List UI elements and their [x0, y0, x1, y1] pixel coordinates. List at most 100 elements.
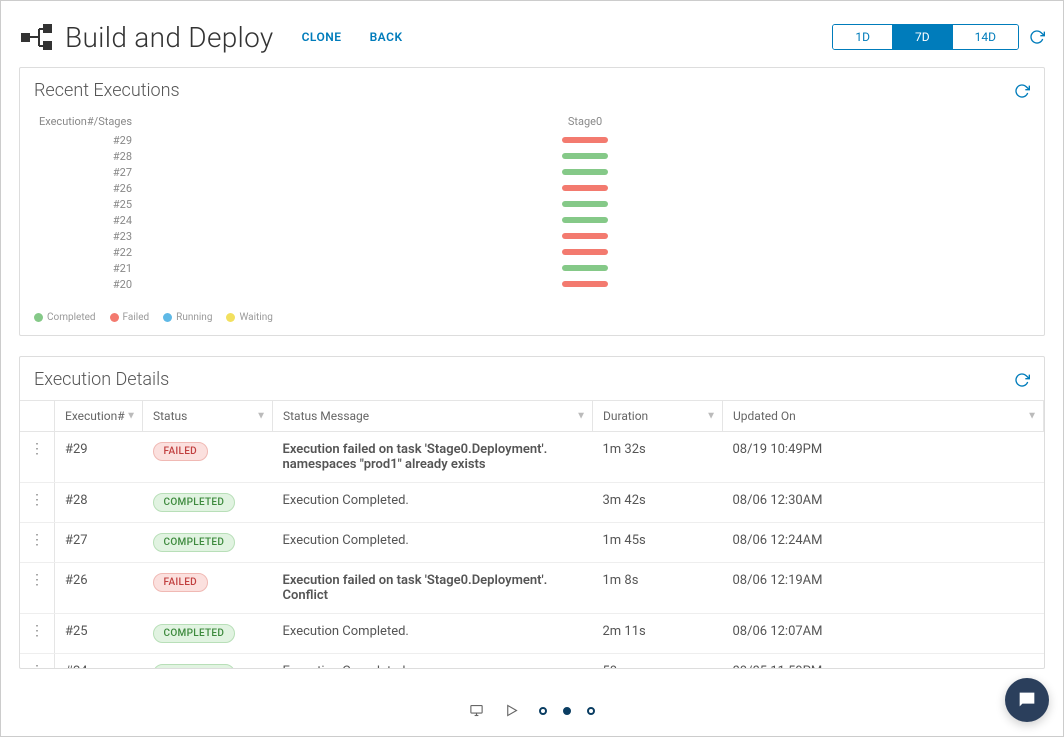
- cell-updated: 08/06 12:24AM: [723, 523, 1044, 563]
- status-badge: COMPLETED: [153, 624, 236, 643]
- chart-row[interactable]: #25: [34, 196, 1030, 212]
- back-link[interactable]: BACK: [370, 30, 403, 44]
- cell-message: Execution Completed.: [273, 614, 593, 654]
- cell-updated: 08/06 12:07AM: [723, 614, 1044, 654]
- chart-bar-completed: [562, 265, 608, 271]
- status-badge: FAILED: [153, 442, 208, 461]
- cell-updated: 08/06 12:19AM: [723, 563, 1044, 614]
- chart-bar-completed: [562, 201, 608, 207]
- cell-execution: #27: [55, 523, 143, 563]
- refresh-icon[interactable]: [1029, 29, 1045, 45]
- cell-duration: 1m 45s: [593, 523, 723, 563]
- col-status[interactable]: Status▼: [143, 401, 273, 432]
- pager-dot-1[interactable]: [539, 707, 547, 715]
- col-duration[interactable]: Duration▼: [593, 401, 723, 432]
- chart-legend: Completed Failed Running Waiting: [20, 302, 1044, 335]
- cell-execution: #29: [55, 432, 143, 483]
- chart-row[interactable]: #29: [34, 132, 1030, 148]
- range-1d[interactable]: 1D: [833, 25, 893, 49]
- filter-icon[interactable]: ▼: [1027, 411, 1037, 422]
- chart-row[interactable]: #24: [34, 212, 1030, 228]
- pager-dot-3[interactable]: [587, 707, 595, 715]
- chart-bar-completed: [562, 217, 608, 223]
- clone-link[interactable]: CLONE: [302, 30, 342, 44]
- cell-duration: 1m 32s: [593, 432, 723, 483]
- chart-row-label: #20: [34, 278, 140, 291]
- chart-row-label: #24: [34, 214, 140, 227]
- row-menu-icon[interactable]: ⋮: [30, 532, 44, 548]
- cell-execution: #28: [55, 483, 143, 523]
- col-updated[interactable]: Updated On▼: [723, 401, 1044, 432]
- status-badge: COMPLETED: [153, 493, 236, 512]
- refresh-icon[interactable]: [1014, 83, 1030, 99]
- pipeline-icon: [19, 19, 55, 55]
- cell-message: Execution Completed.: [273, 654, 593, 669]
- chart-row[interactable]: #22: [34, 244, 1030, 260]
- filter-icon[interactable]: ▼: [256, 411, 266, 422]
- col-message[interactable]: Status Message▼: [273, 401, 593, 432]
- status-badge: COMPLETED: [153, 533, 236, 552]
- table-row[interactable]: ⋮ #25 COMPLETED Execution Completed. 2m …: [20, 614, 1044, 654]
- chart-row[interactable]: #21: [34, 260, 1030, 276]
- monitor-icon[interactable]: [469, 703, 484, 718]
- chart-row[interactable]: #28: [34, 148, 1030, 164]
- row-menu-icon[interactable]: ⋮: [30, 663, 44, 668]
- range-7d[interactable]: 7D: [893, 25, 953, 49]
- chart-bar-completed: [562, 153, 608, 159]
- chart-row[interactable]: #26: [34, 180, 1030, 196]
- cell-duration: 3m 42s: [593, 483, 723, 523]
- range-14d[interactable]: 14D: [953, 25, 1018, 49]
- cell-updated: 08/06 12:30AM: [723, 483, 1044, 523]
- chart-bar-completed: [562, 169, 608, 175]
- status-badge: COMPLETED: [153, 664, 236, 668]
- table-row[interactable]: ⋮ #29 FAILED Execution failed on task 'S…: [20, 432, 1044, 483]
- chart-row-label: #23: [34, 230, 140, 243]
- executions-chart: Execution#/Stages Stage0 #29 #28 #27 #26…: [20, 111, 1044, 302]
- pager: [1, 703, 1063, 718]
- row-menu-icon[interactable]: ⋮: [30, 623, 44, 639]
- chart-row[interactable]: #27: [34, 164, 1030, 180]
- cell-duration: 2m 11s: [593, 614, 723, 654]
- table-row[interactable]: ⋮ #27 COMPLETED Execution Completed. 1m …: [20, 523, 1044, 563]
- table-row[interactable]: ⋮ #26 FAILED Execution failed on task 'S…: [20, 563, 1044, 614]
- cell-duration: 1m 8s: [593, 563, 723, 614]
- chart-row-label: #27: [34, 166, 140, 179]
- chart-bar-failed: [562, 185, 608, 191]
- pager-dot-2[interactable]: [563, 707, 571, 715]
- chart-bar-failed: [562, 233, 608, 239]
- page-title: Build and Deploy: [65, 21, 274, 54]
- cell-message: Execution failed on task 'Stage0.Deploym…: [273, 563, 593, 614]
- cell-duration: 58s: [593, 654, 723, 669]
- table-row[interactable]: ⋮ #28 COMPLETED Execution Completed. 3m …: [20, 483, 1044, 523]
- row-menu-icon[interactable]: ⋮: [30, 441, 44, 457]
- status-badge: FAILED: [153, 573, 208, 592]
- legend-dot-failed: [110, 313, 119, 322]
- chart-row[interactable]: #23: [34, 228, 1030, 244]
- col-menu: [20, 401, 55, 432]
- filter-icon[interactable]: ▼: [126, 411, 136, 422]
- recent-executions-title: Recent Executions: [34, 80, 180, 101]
- chat-launcher[interactable]: [1005, 678, 1049, 722]
- chart-stage-label: Stage0: [140, 115, 1030, 128]
- cell-message: Execution Completed.: [273, 483, 593, 523]
- refresh-icon[interactable]: [1014, 372, 1030, 388]
- cell-updated: 08/19 10:49PM: [723, 432, 1044, 483]
- col-execution[interactable]: Execution#▼: [55, 401, 143, 432]
- chart-row[interactable]: #20: [34, 276, 1030, 292]
- table-row[interactable]: ⋮ #24 COMPLETED Execution Completed. 58s…: [20, 654, 1044, 669]
- chart-bar-failed: [562, 137, 608, 143]
- legend-dot-waiting: [226, 313, 235, 322]
- filter-icon[interactable]: ▼: [706, 411, 716, 422]
- cell-updated: 08/05 11:59PM: [723, 654, 1044, 669]
- chart-row-label: #26: [34, 182, 140, 195]
- execution-details-panel: Execution Details Execution#▼ Status▼ St…: [19, 356, 1045, 669]
- filter-icon[interactable]: ▼: [576, 411, 586, 422]
- chart-bar-failed: [562, 249, 608, 255]
- play-icon[interactable]: [504, 703, 519, 718]
- execution-details-title: Execution Details: [34, 369, 169, 390]
- chart-row-label: #28: [34, 150, 140, 163]
- page-header: Build and Deploy CLONE BACK 1D 7D 14D: [19, 1, 1045, 67]
- row-menu-icon[interactable]: ⋮: [30, 572, 44, 588]
- row-menu-icon[interactable]: ⋮: [30, 492, 44, 508]
- chart-row-label: #22: [34, 246, 140, 259]
